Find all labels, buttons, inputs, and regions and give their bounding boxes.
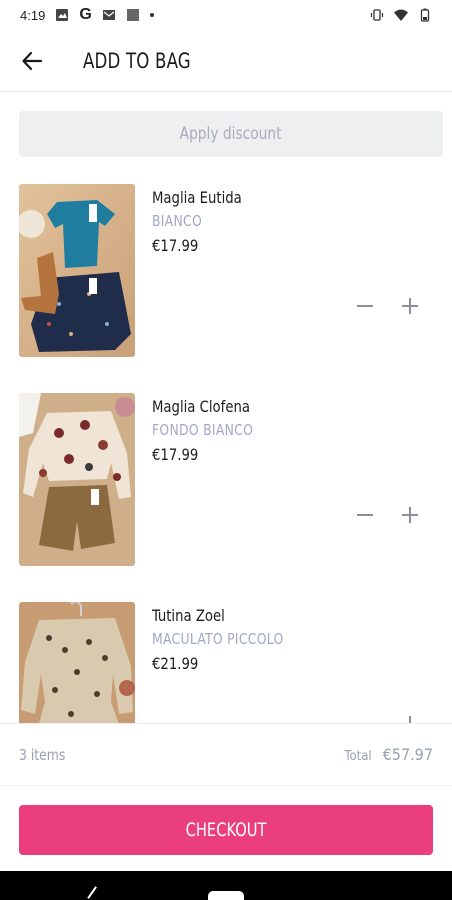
total-label: Total bbox=[344, 749, 372, 764]
vibrate-icon bbox=[370, 9, 384, 21]
product-image[interactable] bbox=[19, 184, 135, 357]
item-variant: MACULATO PICCOLO bbox=[152, 630, 284, 648]
wifi-icon bbox=[394, 9, 408, 21]
decrease-quantity-button[interactable] bbox=[352, 711, 378, 723]
increase-quantity-button[interactable] bbox=[397, 711, 423, 723]
status-time: 4:19 bbox=[20, 7, 46, 23]
image-icon bbox=[56, 9, 69, 21]
plus-icon bbox=[402, 298, 418, 314]
decrease-quantity-button[interactable] bbox=[352, 502, 378, 528]
total: Total €57.97 bbox=[345, 745, 433, 764]
nav-home-icon[interactable] bbox=[208, 891, 244, 900]
cart-item: Tutina Zoel MACULATO PICCOLO €21.99 bbox=[0, 578, 452, 723]
cart-item: Maglia Eutida BIANCO €17.99 bbox=[0, 160, 452, 357]
cart-item-list[interactable]: Maglia Eutida BIANCO €17.99 Maglia Clofe… bbox=[0, 160, 452, 723]
item-name: Tutina Zoel bbox=[152, 606, 225, 625]
order-summary: 3 items Total €57.97 bbox=[0, 723, 452, 785]
item-price: €21.99 bbox=[152, 654, 199, 673]
arrow-left-icon bbox=[22, 51, 43, 70]
checkout-button[interactable]: CHECKOUT bbox=[19, 805, 433, 855]
google-icon: G bbox=[79, 6, 92, 23]
total-value: €57.97 bbox=[382, 745, 433, 764]
product-image[interactable] bbox=[19, 602, 135, 723]
minus-icon bbox=[357, 305, 373, 307]
nav-back-icon[interactable] bbox=[87, 886, 107, 900]
checkout-label: CHECKOUT bbox=[185, 819, 267, 841]
system-nav-bar bbox=[0, 871, 452, 900]
increase-quantity-button[interactable] bbox=[397, 293, 423, 319]
apply-discount-label: Apply discount bbox=[180, 124, 282, 144]
item-variant: BIANCO bbox=[152, 212, 203, 230]
plus-icon bbox=[402, 716, 418, 723]
item-price: €17.99 bbox=[152, 445, 199, 464]
decrease-quantity-button[interactable] bbox=[352, 293, 378, 319]
item-variant: FONDO BIANCO bbox=[152, 421, 254, 439]
product-image[interactable] bbox=[19, 393, 135, 566]
cart-item: Maglia Clofena FONDO BIANCO €17.99 bbox=[0, 369, 452, 566]
apply-discount-button[interactable]: Apply discount bbox=[19, 111, 443, 157]
plus-icon bbox=[402, 507, 418, 523]
item-price: €17.99 bbox=[152, 236, 199, 255]
item-name: Maglia Clofena bbox=[152, 397, 250, 416]
battery-icon bbox=[420, 8, 430, 22]
checkout-area: CHECKOUT bbox=[0, 785, 452, 871]
mail-icon bbox=[102, 10, 115, 20]
back-button[interactable] bbox=[1, 30, 63, 92]
item-name: Maglia Eutida bbox=[152, 188, 242, 207]
item-count: 3 items bbox=[19, 745, 66, 764]
dot-icon bbox=[149, 13, 154, 17]
increase-quantity-button[interactable] bbox=[397, 502, 423, 528]
square-icon bbox=[126, 9, 139, 21]
minus-icon bbox=[356, 715, 374, 723]
page-title: ADD TO BAG bbox=[83, 48, 191, 73]
minus-icon bbox=[357, 514, 373, 516]
status-bar: 4:19 G bbox=[0, 0, 452, 30]
app-bar: ADD TO BAG bbox=[0, 30, 452, 92]
